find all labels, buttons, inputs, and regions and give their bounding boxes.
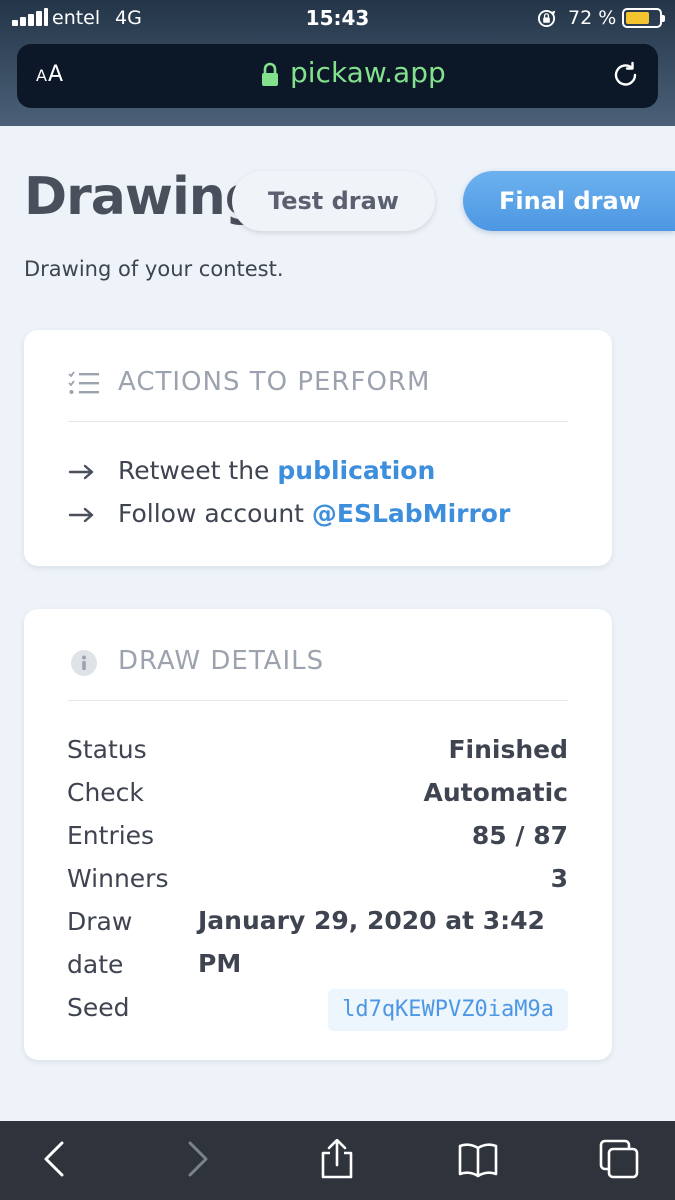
battery-percent: 72 % xyxy=(568,7,617,29)
check-label: Check xyxy=(67,778,144,807)
tabs-icon[interactable] xyxy=(599,1139,639,1179)
entries-value: 85 / 87 xyxy=(471,821,568,850)
seed-value: ld7qKEWPVZ0iaM9a xyxy=(328,989,568,1031)
entries-label: Entries xyxy=(67,821,155,850)
details-card-header: DRAW DETAILS xyxy=(68,641,568,701)
draw-date-label: Draw xyxy=(67,907,133,936)
actions-card: ACTIONS TO PERFORM Retweet the publicati… xyxy=(24,330,612,566)
status-bar: entel 4G 15:43 72 % xyxy=(0,0,675,40)
winners-label: Winners xyxy=(67,864,169,893)
check-value: Automatic xyxy=(423,778,568,807)
draw-date-value: January 29, 2020 at 3:42 PM xyxy=(198,906,545,978)
info-icon xyxy=(71,650,97,676)
arrow-right-icon xyxy=(68,507,94,523)
actions-card-header: ACTIONS TO PERFORM xyxy=(68,362,568,422)
battery-icon xyxy=(622,8,665,28)
actions-heading: ACTIONS TO PERFORM xyxy=(118,367,431,397)
browser-top-chrome: entel 4G 15:43 72 % AA pickaw.app xyxy=(0,0,675,126)
status-value: Finished xyxy=(448,735,568,764)
battery-level-fill xyxy=(626,12,649,24)
share-icon[interactable] xyxy=(317,1139,357,1179)
bookmarks-icon[interactable] xyxy=(458,1139,498,1179)
draw-date-label-line2: date xyxy=(67,950,124,979)
reload-icon[interactable] xyxy=(611,60,641,90)
text-size-button[interactable]: AA xyxy=(36,62,64,87)
publication-link[interactable]: publication xyxy=(277,456,435,485)
forward-icon[interactable] xyxy=(176,1139,216,1179)
address-bar[interactable]: AA pickaw.app xyxy=(17,44,658,108)
details-heading: DRAW DETAILS xyxy=(118,646,325,676)
test-draw-button[interactable]: Test draw xyxy=(232,171,435,231)
arrow-right-icon xyxy=(68,464,94,480)
winners-value: 3 xyxy=(550,864,568,893)
url-text[interactable]: pickaw.app xyxy=(290,56,446,89)
rotation-lock-icon xyxy=(537,9,556,28)
account-link[interactable]: @ESLabMirror xyxy=(312,499,510,528)
page-subtitle: Drawing of your contest. xyxy=(24,257,284,281)
checklist-icon xyxy=(68,371,99,394)
final-draw-button[interactable]: Final draw xyxy=(463,171,675,231)
browser-toolbar xyxy=(0,1121,675,1200)
seed-label: Seed xyxy=(67,993,130,1022)
action-text: Follow account xyxy=(118,499,312,528)
lock-icon xyxy=(262,62,278,86)
status-label: Status xyxy=(67,735,147,764)
page-title: Drawing xyxy=(24,167,262,227)
draw-details-card: DRAW DETAILS Status Finished Check Autom… xyxy=(24,609,612,1060)
action-text: Retweet the xyxy=(118,456,278,485)
back-icon[interactable] xyxy=(36,1139,76,1179)
